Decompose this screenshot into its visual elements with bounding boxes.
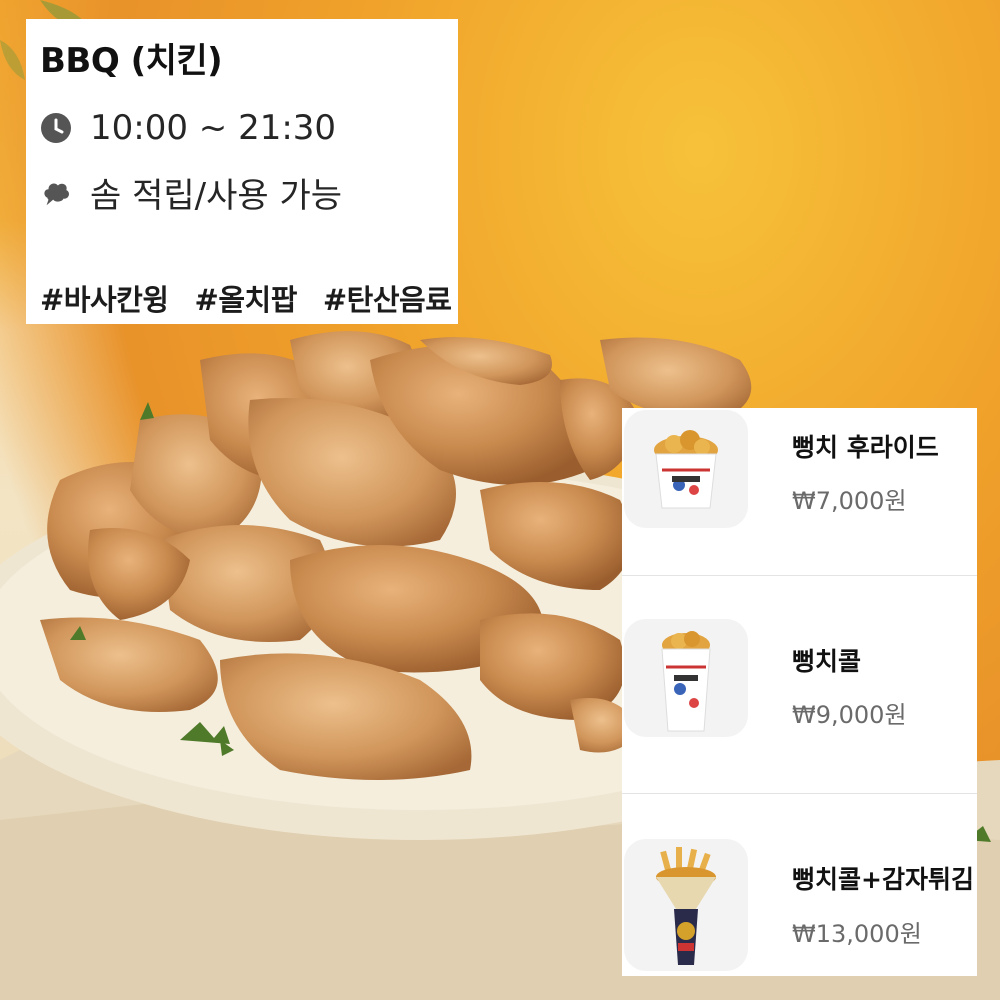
tag-item[interactable]: #탄산음료 xyxy=(323,277,452,319)
tag-list: #바사칸윙 #올치팝 #탄산음료 xyxy=(40,277,452,319)
tag-item[interactable]: #올치팝 xyxy=(195,277,298,319)
menu-item-price: ₩9,000원 xyxy=(792,701,907,729)
cotton-icon xyxy=(40,177,72,209)
store-title: BBQ (치킨) xyxy=(40,41,223,81)
menu-item[interactable]: 뻥치콜+감자튀김 ₩13,000원 xyxy=(622,794,977,976)
menu-list: 뻥치 후라이드 ₩7,000원 뻥치콜 ₩9,000원 뻥치콜+감자튀김 ₩13… xyxy=(622,408,977,976)
hours-row: 10:00 ~ 21:30 xyxy=(40,108,442,148)
menu-item-name: 뻥치콜 xyxy=(792,647,862,676)
menu-item-name: 뻥치 후라이드 xyxy=(792,433,939,462)
store-info-card: BBQ (치킨) 10:00 ~ 21:30 솜 적립/사용 가능 #바사칸윙 … xyxy=(26,19,458,324)
menu-item-price: ₩13,000원 xyxy=(792,920,922,948)
menu-item-price: ₩7,000원 xyxy=(792,487,907,515)
store-hours: 10:00 ~ 21:30 xyxy=(90,108,337,148)
fried-chicken-bucket-image xyxy=(624,410,748,528)
points-info: 솜 적립/사용 가능 xyxy=(90,176,343,216)
menu-item[interactable]: 뻥치 후라이드 ₩7,000원 xyxy=(622,408,977,576)
clock-icon xyxy=(40,112,72,144)
points-row: 솜 적립/사용 가능 xyxy=(40,168,442,217)
tag-item[interactable]: #바사칸윙 xyxy=(40,277,169,319)
menu-item-name: 뻥치콜+감자튀김 xyxy=(792,865,974,894)
chicken-cup-image xyxy=(624,619,748,737)
chicken-fries-cone-image xyxy=(624,839,748,971)
menu-item[interactable]: 뻥치콜 ₩9,000원 xyxy=(622,576,977,794)
